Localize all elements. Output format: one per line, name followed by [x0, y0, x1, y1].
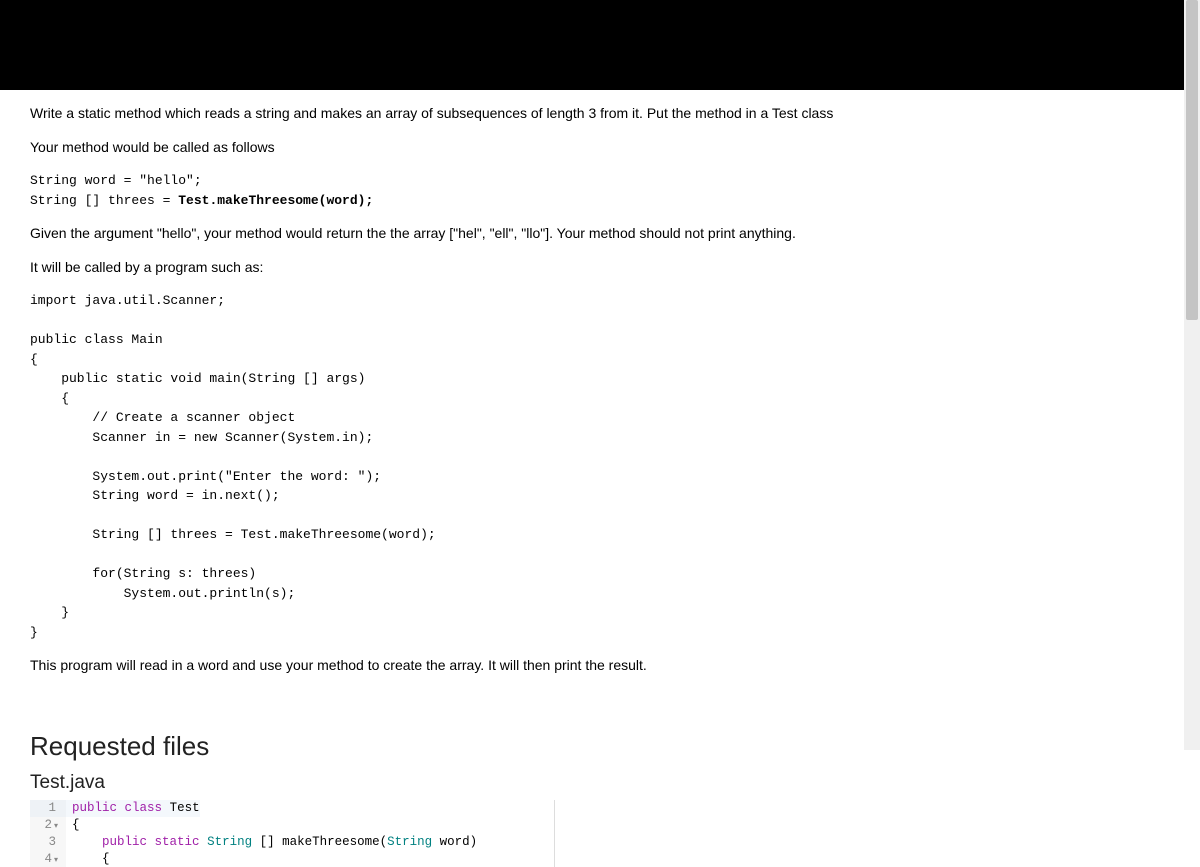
line-number: 1: [30, 800, 66, 817]
scrollbar-track[interactable]: [1184, 0, 1200, 750]
code-text[interactable]: public class Test: [66, 800, 200, 817]
line-number: 4▾: [30, 851, 66, 867]
fold-icon[interactable]: ▾: [52, 822, 58, 831]
call-line-2-bold: Test.makeThreesome(word);: [178, 193, 373, 208]
fold-icon: [56, 805, 58, 814]
call-line-2-pre: String [] threes =: [30, 193, 178, 208]
code-editor[interactable]: 1 public class Test 2▾ { 3 public static…: [30, 800, 555, 867]
scrollbar-thumb[interactable]: [1186, 0, 1198, 320]
call-line-1: String word = "hello";: [30, 173, 202, 188]
code-text[interactable]: public static String [] makeThreesome(St…: [66, 834, 477, 851]
fold-icon: [56, 839, 58, 848]
editor-line: 2▾ {: [30, 817, 554, 834]
fold-icon[interactable]: ▾: [52, 856, 58, 865]
problem-caller-intro: It will be called by a program such as:: [30, 258, 1170, 278]
problem-call-intro: Your method would be called as follows: [30, 138, 1170, 158]
problem-behavior: Given the argument "hello", your method …: [30, 224, 1170, 244]
requested-files-heading: Requested files: [30, 731, 1170, 762]
line-number: 3: [30, 834, 66, 851]
problem-intro: Write a static method which reads a stri…: [30, 104, 1170, 124]
main-program-code: import java.util.Scanner; public class M…: [30, 291, 1170, 642]
line-number: 2▾: [30, 817, 66, 834]
code-text[interactable]: {: [66, 817, 80, 834]
code-text[interactable]: {: [66, 851, 110, 867]
editor-line: 3 public static String [] makeThreesome(…: [30, 834, 554, 851]
problem-outro: This program will read in a word and use…: [30, 656, 1170, 676]
top-header-bar: [0, 0, 1200, 90]
call-example-code: String word = "hello"; String [] threes …: [30, 171, 1170, 210]
editor-line: 1 public class Test: [30, 800, 554, 817]
problem-content: Write a static method which reads a stri…: [0, 104, 1200, 867]
editor-line: 4▾ {: [30, 851, 554, 867]
filename-heading: Test.java: [30, 772, 1170, 794]
